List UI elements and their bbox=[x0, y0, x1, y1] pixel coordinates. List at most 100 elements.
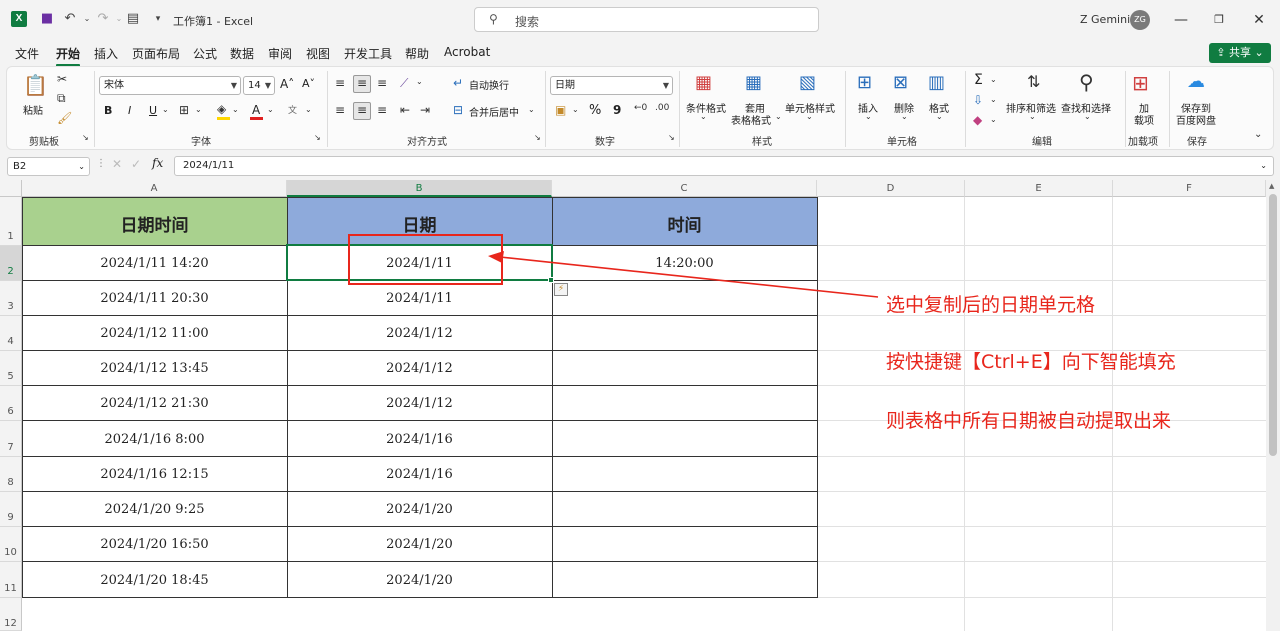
format-painter-icon[interactable]: 🖌 bbox=[57, 111, 72, 125]
cell-a5[interactable]: 2024/1/12 13:45 bbox=[22, 361, 287, 376]
align-bottom-icon[interactable]: ≡ bbox=[377, 76, 387, 90]
decrease-decimal-icon[interactable]: .00 bbox=[655, 103, 669, 113]
row-header-9[interactable]: 9 bbox=[0, 492, 22, 527]
chevron-down-icon[interactable]: ⌄ bbox=[195, 105, 202, 114]
fill-icon[interactable]: ⇩ bbox=[973, 93, 983, 107]
row-header-2[interactable]: 2 bbox=[0, 246, 22, 281]
row-header-5[interactable]: 5 bbox=[0, 351, 22, 386]
number-launcher-icon[interactable]: ↘ bbox=[668, 133, 675, 142]
alignment-launcher-icon[interactable]: ↘ bbox=[534, 133, 541, 142]
vertical-scrollbar[interactable]: ▲ bbox=[1266, 180, 1280, 631]
chevron-down-icon[interactable]: ⌄ bbox=[162, 105, 169, 114]
tab-help[interactable]: 帮助 bbox=[405, 45, 429, 62]
cell-styles-icon[interactable]: ▧ bbox=[799, 72, 816, 93]
row-header-12[interactable]: 12 bbox=[0, 598, 22, 631]
cell-a9[interactable]: 2024/1/20 9:25 bbox=[22, 502, 287, 517]
tab-formulas[interactable]: 公式 bbox=[193, 45, 217, 62]
format-as-table-icon[interactable]: ▦ bbox=[745, 72, 762, 93]
copy-icon[interactable]: ⧉ bbox=[57, 91, 66, 106]
tab-file[interactable]: 文件 bbox=[15, 45, 39, 62]
cell-a4[interactable]: 2024/1/12 11:00 bbox=[22, 326, 287, 341]
cell-a11[interactable]: 2024/1/20 18:45 bbox=[22, 573, 287, 588]
chevron-down-icon[interactable]: ⌄ bbox=[572, 105, 579, 114]
row-header-3[interactable]: 3 bbox=[0, 281, 22, 316]
cell-b6[interactable]: 2024/1/12 bbox=[287, 396, 552, 411]
cell-b4[interactable]: 2024/1/12 bbox=[287, 326, 552, 341]
cell-a8[interactable]: 2024/1/16 12:15 bbox=[22, 467, 287, 482]
borders-icon[interactable]: ⊞ bbox=[179, 103, 189, 117]
chevron-down-icon[interactable]: ⌄ bbox=[990, 75, 997, 84]
font-name-select[interactable]: 宋体 ▼ bbox=[99, 76, 241, 95]
cell-a10[interactable]: 2024/1/20 16:50 bbox=[22, 537, 287, 552]
row-header-8[interactable]: 8 bbox=[0, 457, 22, 492]
redo-icon[interactable]: ↷ bbox=[95, 11, 111, 27]
column-header-d[interactable]: D bbox=[817, 180, 965, 197]
align-right-icon[interactable]: ≡ bbox=[377, 103, 387, 117]
scroll-up-icon[interactable]: ▲ bbox=[1269, 182, 1274, 190]
chevron-down-icon[interactable]: ⌄ bbox=[775, 112, 782, 121]
cut-icon[interactable]: ✂ bbox=[57, 72, 67, 86]
column-header-e[interactable]: E bbox=[965, 180, 1113, 197]
row-header-10[interactable]: 10 bbox=[0, 527, 22, 562]
name-box[interactable]: B2 ⌄ bbox=[7, 157, 90, 176]
save-icon[interactable]: ■ bbox=[39, 11, 55, 27]
user-name[interactable]: Z Gemini bbox=[1080, 13, 1130, 26]
grow-font-button[interactable]: A˄ bbox=[280, 77, 294, 91]
percent-button[interactable]: % bbox=[589, 103, 601, 118]
maximize-button[interactable]: ❐ bbox=[1208, 10, 1230, 30]
save-netdisk-label-2[interactable]: 百度网盘 bbox=[1176, 112, 1216, 127]
cell-a7[interactable]: 2024/1/16 8:00 bbox=[22, 432, 287, 447]
formula-input[interactable]: 2024/1/11 ⌄ bbox=[174, 156, 1274, 176]
row-header-7[interactable]: 7 bbox=[0, 421, 22, 457]
decrease-indent-icon[interactable]: ⇤ bbox=[400, 103, 410, 117]
row-header-11[interactable]: 11 bbox=[0, 562, 22, 598]
form-icon[interactable]: ▤ bbox=[125, 11, 141, 27]
merge-center-button[interactable]: 合并后居中 bbox=[469, 104, 519, 119]
chevron-down-icon[interactable]: ⌄ bbox=[416, 77, 423, 86]
cell-a2[interactable]: 2024/1/11 14:20 bbox=[22, 256, 287, 271]
tab-insert[interactable]: 插入 bbox=[94, 45, 118, 62]
cell-b9[interactable]: 2024/1/20 bbox=[287, 502, 552, 517]
cell-b10[interactable]: 2024/1/20 bbox=[287, 537, 552, 552]
chevron-down-icon[interactable]: ⌄ bbox=[1029, 112, 1036, 121]
undo-dropdown-icon[interactable]: ⌄ bbox=[79, 11, 95, 27]
chevron-down-icon[interactable]: ⌄ bbox=[990, 95, 997, 104]
undo-icon[interactable]: ↶ bbox=[62, 11, 78, 27]
accounting-format-icon[interactable]: ▣ bbox=[555, 103, 566, 117]
chevron-down-icon[interactable]: ⌄ bbox=[232, 105, 239, 114]
tab-page-layout[interactable]: 页面布局 bbox=[132, 45, 180, 62]
clear-icon[interactable]: ◆ bbox=[973, 113, 982, 127]
cell-b11[interactable]: 2024/1/20 bbox=[287, 573, 552, 588]
enter-icon[interactable]: ✓ bbox=[131, 157, 141, 171]
chevron-down-icon[interactable]: ⌄ bbox=[1084, 112, 1091, 121]
font-launcher-icon[interactable]: ↘ bbox=[314, 133, 321, 142]
share-button[interactable]: ⇪ 共享 ⌄ bbox=[1209, 43, 1271, 63]
column-header-c[interactable]: C bbox=[552, 180, 817, 197]
tab-acrobat[interactable]: Acrobat bbox=[444, 45, 490, 59]
cell-a6[interactable]: 2024/1/12 21:30 bbox=[22, 396, 287, 411]
minimize-button[interactable]: — bbox=[1170, 10, 1192, 30]
conditional-formatting-icon[interactable]: ▦ bbox=[695, 72, 712, 93]
addins-icon[interactable]: ⊞ bbox=[1132, 71, 1149, 95]
cell-b7[interactable]: 2024/1/16 bbox=[287, 432, 552, 447]
addins-label-2[interactable]: 载项 bbox=[1134, 112, 1154, 127]
insert-function-icon[interactable]: fx bbox=[152, 156, 163, 170]
tab-home[interactable]: 开始 bbox=[56, 45, 81, 67]
column-header-b[interactable]: B bbox=[287, 180, 552, 197]
chevron-down-icon[interactable]: ⌄ bbox=[990, 115, 997, 124]
customize-qat-icon[interactable]: ▾ bbox=[150, 11, 166, 27]
row-header-1[interactable]: 1 bbox=[0, 197, 22, 246]
wrap-text-icon[interactable]: ↵ bbox=[453, 76, 463, 90]
cell-b8[interactable]: 2024/1/16 bbox=[287, 467, 552, 482]
scrollbar-thumb[interactable] bbox=[1269, 194, 1277, 456]
tab-review[interactable]: 审阅 bbox=[268, 45, 292, 62]
chevron-down-icon[interactable]: ⌄ bbox=[901, 112, 908, 121]
find-select-icon[interactable]: ⚲ bbox=[1079, 70, 1094, 94]
baidu-netdisk-icon[interactable]: ☁ bbox=[1187, 71, 1205, 92]
number-format-select[interactable]: 日期 ▼ bbox=[550, 76, 673, 95]
chevron-down-icon[interactable]: ⌄ bbox=[528, 105, 535, 114]
chevron-down-icon[interactable]: ⌄ bbox=[305, 105, 312, 114]
align-left-icon[interactable]: ≡ bbox=[335, 103, 345, 117]
format-as-table-label-2[interactable]: 表格格式 bbox=[731, 112, 771, 127]
column-header-a[interactable]: A bbox=[22, 180, 287, 197]
